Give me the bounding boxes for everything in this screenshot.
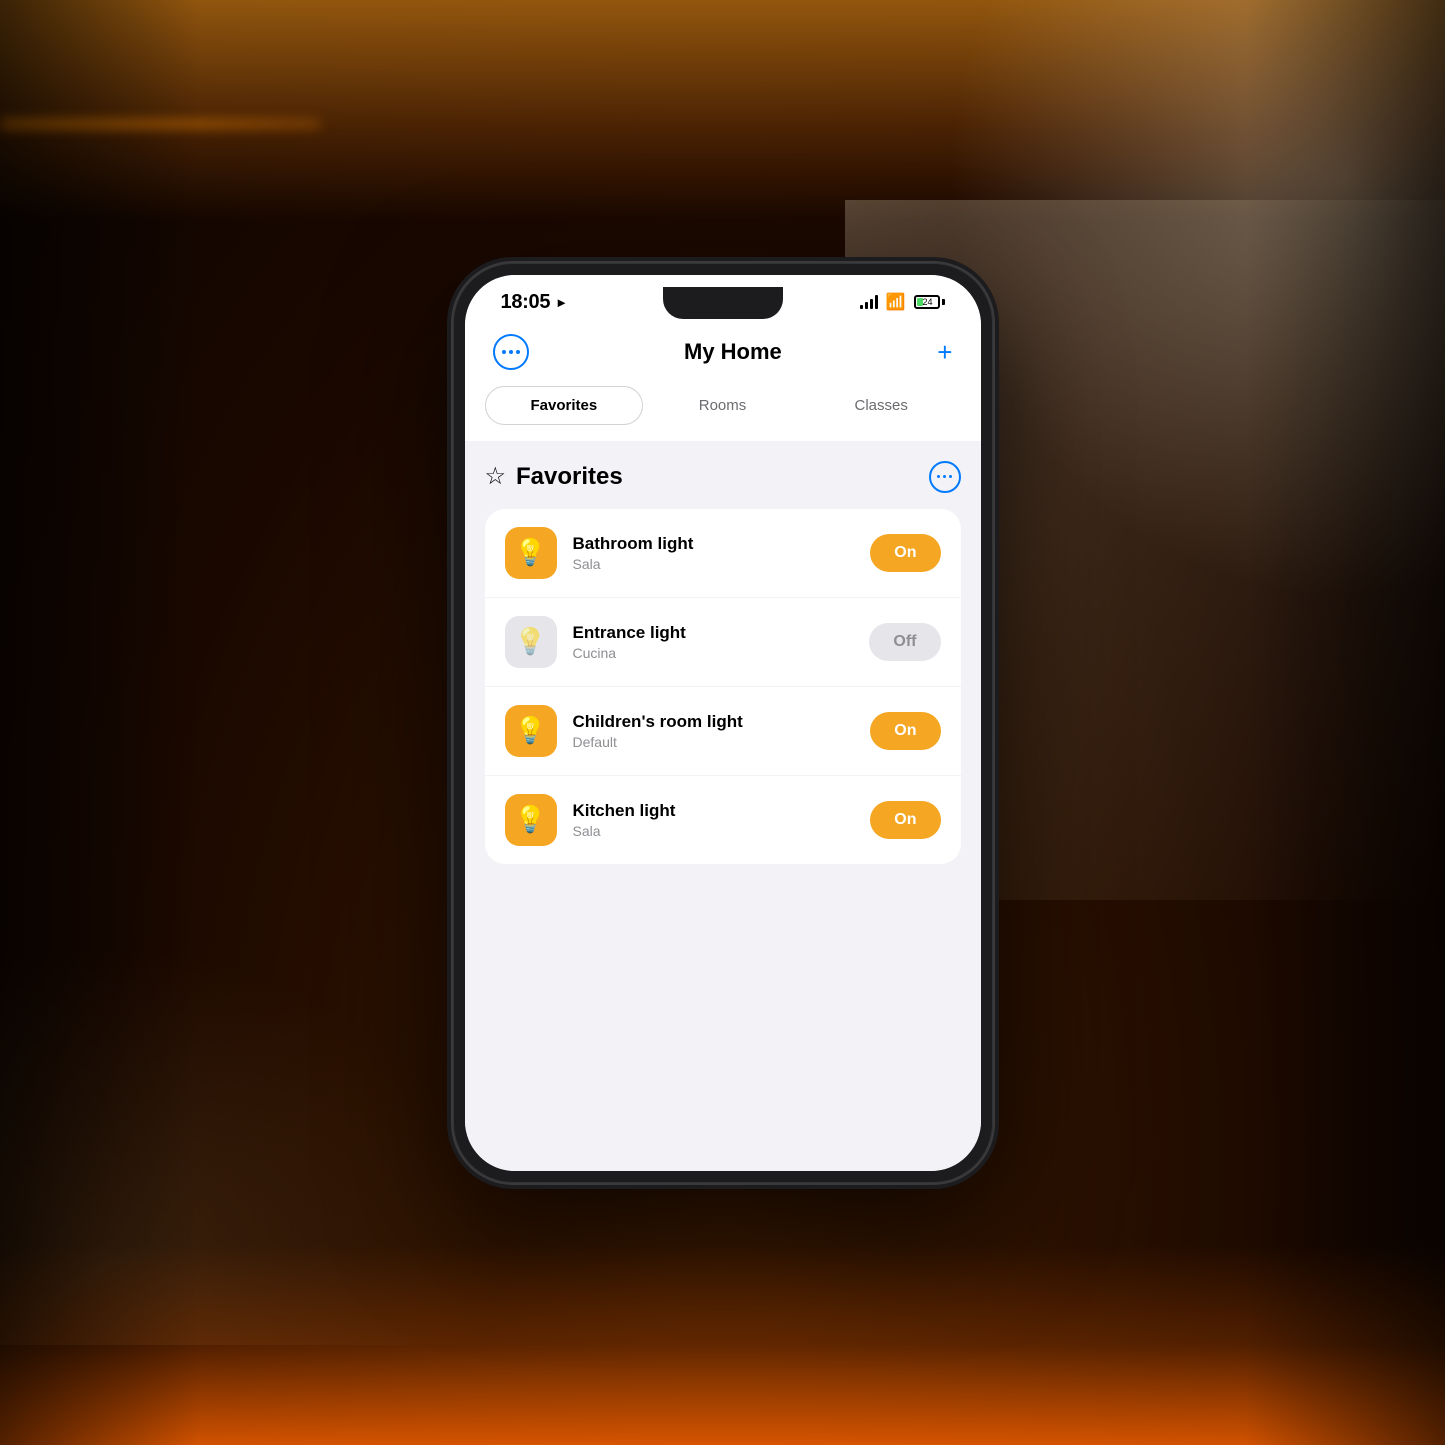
bulb-icon-3: 💡	[514, 804, 546, 835]
device-name-2: Children's room light	[573, 712, 855, 732]
right-shadow-overlay	[1245, 0, 1445, 1445]
battery-label: 24	[917, 297, 939, 307]
device-name-3: Kitchen light	[573, 801, 855, 821]
device-list: 💡 Bathroom light Sala On 💡	[485, 509, 961, 864]
phone: 18:05 ► 📶 24	[453, 263, 993, 1183]
list-item[interactable]: 💡 Bathroom light Sala On	[485, 509, 961, 598]
device-icon-wrap-0: 💡	[505, 527, 557, 579]
bottom-orange-light	[0, 1245, 1445, 1445]
signal-bar-3	[870, 299, 873, 309]
status-icons: 📶 24	[860, 292, 945, 312]
section-menu-button[interactable]	[929, 461, 961, 493]
toggle-button-0[interactable]: On	[870, 534, 940, 572]
device-room-2: Default	[573, 734, 855, 750]
tab-favorites[interactable]: Favorites	[485, 386, 644, 425]
battery-icon: 24	[914, 295, 945, 309]
add-button[interactable]: +	[937, 339, 952, 365]
left-shadow-overlay	[0, 0, 200, 1445]
device-name-1: Entrance light	[573, 623, 854, 643]
app-content: ☆ Favorites	[465, 441, 981, 1171]
list-item[interactable]: 💡 Children's room light Default On	[485, 687, 961, 776]
phone-shell: 18:05 ► 📶 24	[453, 263, 993, 1183]
device-info-1: Entrance light Cucina	[573, 623, 854, 661]
battery-tip	[942, 299, 945, 305]
signal-bar-1	[860, 305, 863, 309]
phone-notch	[663, 287, 783, 319]
favorites-section-header: ☆ Favorites	[485, 461, 961, 493]
section-title: Favorites	[516, 463, 623, 491]
device-room-3: Sala	[573, 823, 855, 839]
bulb-icon-2: 💡	[514, 715, 546, 746]
device-info-0: Bathroom light Sala	[573, 534, 855, 572]
section-dots-icon	[937, 475, 953, 479]
device-room-1: Cucina	[573, 645, 854, 661]
tab-classes[interactable]: Classes	[802, 386, 961, 425]
menu-dots-icon	[502, 350, 520, 354]
star-icon: ☆	[485, 462, 507, 491]
section-title-group: ☆ Favorites	[485, 462, 623, 491]
bulb-icon-1: 💡	[514, 626, 546, 657]
tab-rooms[interactable]: Rooms	[643, 386, 802, 425]
device-name-0: Bathroom light	[573, 534, 855, 554]
list-item[interactable]: 💡 Entrance light Cucina Off	[485, 598, 961, 687]
device-info-2: Children's room light Default	[573, 712, 855, 750]
status-time: 18:05	[501, 291, 551, 314]
toggle-button-3[interactable]: On	[870, 801, 940, 839]
device-icon-wrap-3: 💡	[505, 794, 557, 846]
device-icon-wrap-2: 💡	[505, 705, 557, 757]
device-info-3: Kitchen light Sala	[573, 801, 855, 839]
device-icon-wrap-1: 💡	[505, 616, 557, 668]
tab-bar: Favorites Rooms Classes	[465, 386, 981, 441]
bulb-icon-0: 💡	[514, 537, 546, 568]
app-header: My Home +	[465, 322, 981, 386]
signal-icon	[860, 295, 878, 309]
toggle-button-2[interactable]: On	[870, 712, 940, 750]
toggle-button-1[interactable]: Off	[869, 623, 940, 661]
app-title: My Home	[684, 339, 782, 365]
device-room-0: Sala	[573, 556, 855, 572]
signal-bar-4	[875, 295, 878, 309]
list-item[interactable]: 💡 Kitchen light Sala On	[485, 776, 961, 864]
menu-button[interactable]	[493, 334, 529, 370]
wifi-icon: 📶	[886, 292, 906, 312]
signal-bar-2	[865, 302, 868, 309]
location-icon: ►	[555, 295, 568, 310]
phone-screen: 18:05 ► 📶 24	[465, 275, 981, 1171]
